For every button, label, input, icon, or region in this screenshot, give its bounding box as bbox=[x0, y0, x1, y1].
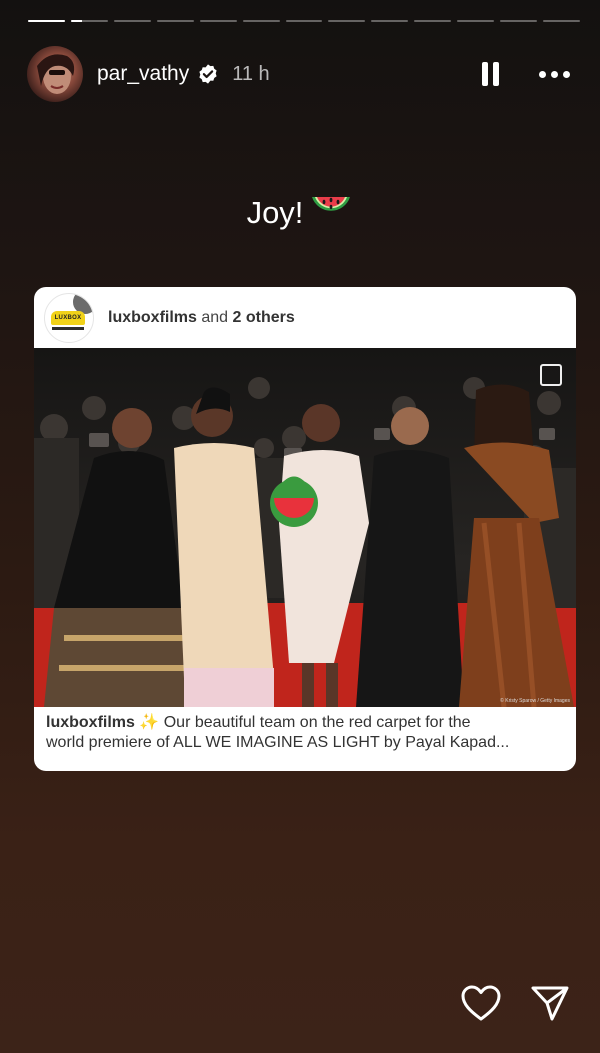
caption-line-1: Our beautiful team on the red carpet for… bbox=[163, 714, 471, 731]
sparkles-icon: ✨ bbox=[139, 714, 160, 731]
progress-segment bbox=[328, 20, 366, 22]
shared-post-avatar[interactable]: LUXBOX bbox=[44, 292, 94, 343]
story-caption: Joy! bbox=[0, 193, 600, 235]
progress-segment bbox=[113, 20, 151, 22]
progress-segment bbox=[199, 20, 237, 22]
shared-post-account[interactable]: luxboxfilms bbox=[108, 309, 197, 326]
progress-segment bbox=[371, 20, 409, 22]
watermelon-icon bbox=[309, 193, 353, 235]
caption-line-2: world premiere of ALL WE IMAGINE AS LIGH… bbox=[46, 734, 510, 751]
progress-segment bbox=[500, 20, 538, 22]
shared-post-card[interactable]: LUXBOX luxboxfilms and 2 others © Kristy… bbox=[34, 287, 576, 771]
progress-segment bbox=[70, 20, 108, 22]
story-actions bbox=[460, 984, 570, 1027]
progress-segment bbox=[242, 20, 280, 22]
red-carpet-photo bbox=[34, 348, 576, 707]
progress-segment bbox=[156, 20, 194, 22]
others-link[interactable]: 2 others bbox=[233, 309, 295, 326]
progress-segment bbox=[457, 20, 495, 22]
username[interactable]: par_vathy bbox=[97, 62, 189, 86]
more-options-icon[interactable] bbox=[539, 70, 570, 78]
avatar[interactable] bbox=[27, 46, 83, 102]
and-text: and bbox=[201, 308, 229, 326]
send-icon[interactable] bbox=[530, 984, 570, 1027]
luxbox-logo: LUXBOX bbox=[51, 310, 85, 325]
image-credit: © Kristy Sparow / Getty Images bbox=[500, 698, 570, 704]
caption-account[interactable]: luxboxfilms bbox=[46, 714, 135, 731]
progress-segment bbox=[285, 20, 323, 22]
verified-badge-icon bbox=[197, 63, 219, 85]
story-progress-bar bbox=[28, 20, 580, 22]
shared-post-header: LUXBOX luxboxfilms and 2 others bbox=[34, 287, 576, 348]
shared-post-caption[interactable]: luxboxfilms ✨ Our beautiful team on the … bbox=[34, 707, 576, 753]
progress-segment bbox=[543, 20, 580, 22]
shared-post-accounts[interactable]: luxboxfilms and 2 others bbox=[108, 309, 295, 327]
caption-text: Joy! bbox=[246, 195, 304, 230]
progress-segment bbox=[28, 20, 65, 22]
post-time: 11 h bbox=[232, 62, 270, 85]
pause-icon[interactable] bbox=[482, 60, 499, 88]
progress-segment bbox=[414, 20, 452, 22]
multi-image-icon bbox=[540, 364, 562, 386]
story-header: par_vathy 11 h bbox=[27, 46, 570, 102]
shared-post-image[interactable]: © Kristy Sparow / Getty Images bbox=[34, 348, 576, 707]
heart-icon[interactable] bbox=[460, 984, 502, 1027]
